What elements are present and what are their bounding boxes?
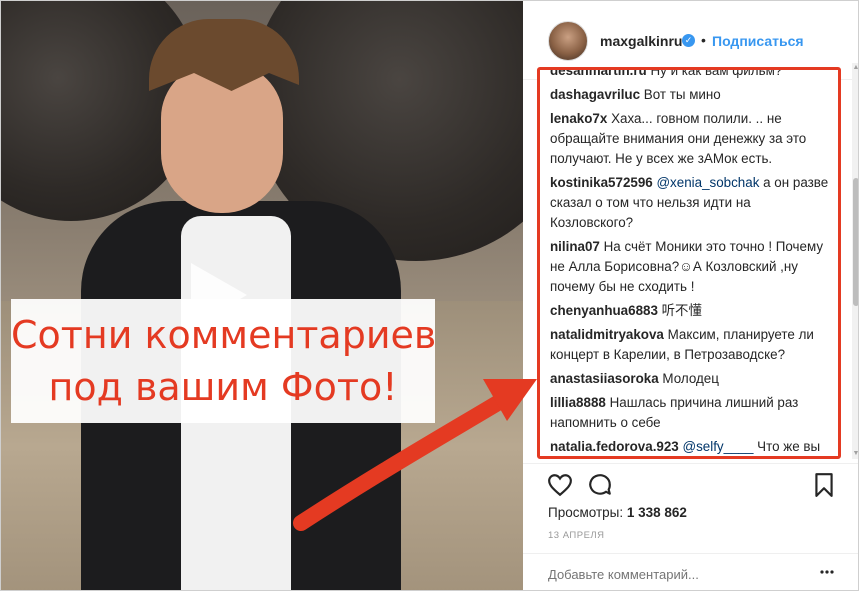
comment-username[interactable]: anastasiiasoroka — [550, 371, 659, 386]
comment-text: Молодец — [662, 371, 719, 386]
comment-username[interactable]: desanmartin.ru — [550, 70, 647, 78]
comment-username[interactable]: natalidmitryakova — [550, 327, 664, 342]
views-label: Просмотры: — [548, 505, 624, 520]
post-actions-bar — [523, 463, 858, 504]
comment-item: kostinika572596 @xenia_sobchak а он разв… — [550, 173, 832, 233]
more-options-icon[interactable] — [819, 564, 835, 580]
comments-list[interactable]: desanmartin.ru Ну и как вам фильм? dashag… — [537, 67, 841, 459]
comment-item: natalia.fedorova.923 @selfy____ Что же в… — [550, 437, 832, 456]
comments-scrollbar[interactable]: ▲ ▼ — [852, 63, 858, 459]
author-username[interactable]: maxgalkinru — [600, 33, 682, 49]
comment-item: chenyanhua6883 听不懂 — [550, 301, 832, 321]
verified-badge-icon: ✓ — [682, 34, 695, 47]
post-date[interactable]: 13 АПРЕЛЯ — [548, 530, 605, 541]
scroll-down-arrow-icon[interactable]: ▼ — [852, 449, 858, 459]
views-count: Просмотры: 1 338 862 — [548, 505, 687, 520]
add-comment-input[interactable] — [548, 567, 808, 582]
comment-mention[interactable]: @xenia_sobchak — [656, 175, 759, 190]
comment-username[interactable]: kostinika572596 — [550, 175, 653, 190]
comment-mention[interactable]: @selfy____ — [683, 439, 754, 454]
comment-text: 听不懂 — [661, 303, 702, 318]
promo-caption-line-2: под вашим Фото! — [48, 365, 398, 409]
comments-scroll-content: desanmartin.ru Ну и как вам фильм? dashag… — [550, 67, 832, 456]
post-side-panel: maxgalkinru ✓ • Подписаться desanmartin.… — [523, 1, 858, 590]
post-video[interactable]: Сотни комментариев под вашим Фото! — [1, 1, 523, 590]
instagram-post-window: Сотни комментариев под вашим Фото! maxga… — [0, 0, 859, 591]
promo-caption-line-1: Сотни комментариев — [11, 313, 437, 357]
comment-item: lenako7x Хаха... говном полили. .. не об… — [550, 109, 832, 169]
comment-item: anastasiiasoroka Молодец — [550, 369, 832, 389]
header-separator: • — [701, 32, 706, 48]
comment-username[interactable]: lenako7x — [550, 111, 607, 126]
comment-item: natalidmitryakova Максим, планируете ли … — [550, 325, 832, 365]
comment-item: dashagavriluc Вот ты мино — [550, 85, 832, 105]
avatar[interactable] — [548, 21, 588, 61]
scroll-thumb[interactable] — [853, 178, 858, 306]
comment-username[interactable]: dashagavriluc — [550, 87, 640, 102]
comment-username[interactable]: nilina07 — [550, 239, 600, 254]
comment-icon[interactable] — [587, 472, 613, 498]
comment-item: nilina07 На счёт Моники это точно ! Поче… — [550, 237, 832, 297]
views-value: 1 338 862 — [626, 505, 687, 520]
heart-icon[interactable] — [547, 472, 573, 498]
promo-caption-box: Сотни комментариев под вашим Фото! — [11, 299, 437, 423]
comment-item: lillia8888 Нашлась причина лишний раз на… — [550, 393, 832, 433]
comment-text: Вот ты мино — [643, 87, 721, 102]
follow-button[interactable]: Подписаться — [712, 33, 804, 49]
bookmark-icon[interactable] — [811, 472, 837, 498]
comment-username[interactable]: lillia8888 — [550, 395, 606, 410]
add-comment-bar — [523, 553, 858, 590]
comment-username[interactable]: natalia.fedorova.923 — [550, 439, 679, 454]
comment-text: Ну и как вам фильм? — [650, 67, 783, 78]
comment-username[interactable]: chenyanhua6883 — [550, 303, 658, 318]
comment-item: desanmartin.ru Ну и как вам фильм? — [550, 67, 832, 81]
scroll-up-arrow-icon[interactable]: ▲ — [852, 63, 858, 73]
